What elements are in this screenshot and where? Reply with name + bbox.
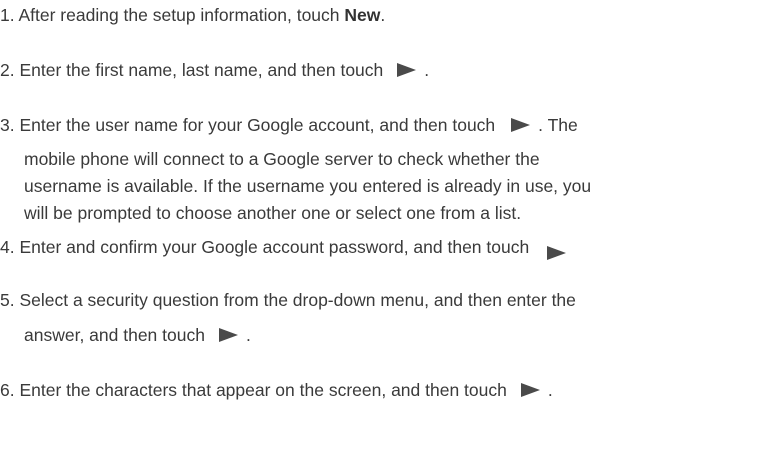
step-1-new-label: New [344,5,381,25]
step-3-after: . The [538,115,578,135]
step-5-period: . [245,325,251,345]
next-arrow-icon [547,246,567,261]
step-4-text: 4. Enter and confirm your Google account… [0,237,530,257]
next-arrow-icon [218,328,238,343]
step-5-text: 5. Select a security question from the d… [0,290,576,310]
step-2-period: . [424,60,430,80]
step-4: 4. Enter and confirm your Google account… [0,236,567,261]
next-arrow-icon [520,383,540,398]
step-5-line-2: answer, and then touch. [24,324,251,346]
step-2-text: 2. Enter the first name, last name, and … [0,60,384,80]
step-1-text: 1. After reading the setup information, … [0,5,345,25]
step-3-line-4: will be prompted to choose another one o… [24,203,522,223]
step-1: 1. After reading the setup information, … [0,4,385,26]
step-6-period: . [547,380,553,400]
step-3: 3. Enter the user name for your Google a… [0,114,578,136]
step-5: 5. Select a security question from the d… [0,289,576,311]
step-5-cont: answer, and then touch [24,325,205,345]
step-6-text: 6. Enter the characters that appear on t… [0,380,507,400]
step-3-line-3: username is available. If the username y… [24,176,592,196]
next-arrow-icon [511,118,531,133]
step-3-text: 3. Enter the user name for your Google a… [0,115,496,135]
step-6: 6. Enter the characters that appear on t… [0,379,553,401]
step-1-period: . [380,5,386,25]
step-3-line-2: mobile phone will connect to a Google se… [24,149,540,169]
next-arrow-icon [397,63,417,78]
step-2: 2. Enter the first name, last name, and … [0,59,429,81]
